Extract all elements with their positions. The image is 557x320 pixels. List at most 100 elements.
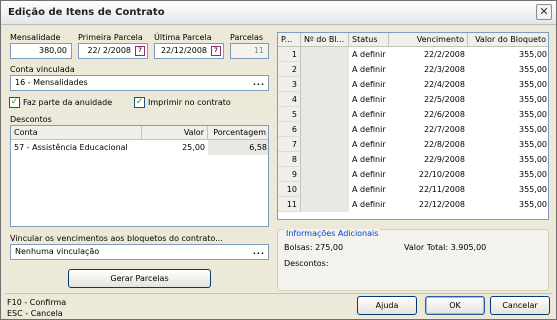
- conta-vinculada-field[interactable]: 16 - Mensalidades ...: [10, 75, 269, 91]
- row-vencimento: 22/8/2008: [423, 140, 465, 149]
- desconto-valor: 25,00: [182, 143, 205, 152]
- table-row[interactable]: 6 A definir 22/7/2008 355,00: [278, 122, 548, 137]
- table-row[interactable]: 7 A definir 22/8/2008 355,00: [278, 137, 548, 152]
- desconto-porcentagem: 6,58: [208, 140, 268, 155]
- parcelas-input: 11: [230, 43, 269, 59]
- conta-vinculada-label: Conta vinculada: [10, 65, 75, 74]
- row-bloqueto: [301, 182, 349, 197]
- row-number: 3: [278, 77, 301, 92]
- table-row[interactable]: 2 A definir 22/3/2008 355,00: [278, 62, 548, 77]
- faz-parte-checkbox[interactable]: ✓: [9, 97, 20, 108]
- ok-button[interactable]: OK: [425, 296, 485, 315]
- row-bloqueto: [301, 77, 349, 92]
- primeira-parcela-date[interactable]: 22/ 2/2008 7: [78, 43, 148, 59]
- cancelar-button[interactable]: Cancelar: [490, 296, 550, 315]
- desconto-conta: 57 - Assistência Educacional: [14, 143, 128, 152]
- gerar-parcelas-button[interactable]: Gerar Parcelas: [68, 269, 211, 288]
- row-number: 10: [278, 182, 301, 197]
- row-valor: 355,00: [519, 200, 547, 209]
- row-valor: 355,00: [519, 50, 547, 59]
- table-row[interactable]: 4 A definir 22/5/2008 355,00: [278, 92, 548, 107]
- close-button[interactable]: ✕: [536, 4, 552, 20]
- row-number: 1: [278, 47, 301, 62]
- row-number: 9: [278, 167, 301, 182]
- col-p[interactable]: P...: [278, 33, 301, 47]
- row-vencimento: 22/9/2008: [423, 155, 465, 164]
- row-status: A definir: [352, 50, 386, 59]
- imprimir-checkbox[interactable]: ✓: [134, 97, 145, 108]
- title-bar[interactable]: Edição de Itens de Contrato ✕: [1, 1, 556, 25]
- col-bloqueto[interactable]: Nº do Bl...: [301, 33, 349, 47]
- row-bloqueto: [301, 107, 349, 122]
- row-number: 4: [278, 92, 301, 107]
- row-number: 8: [278, 152, 301, 167]
- descontos-label: Descontos: [10, 115, 52, 124]
- ajuda-button[interactable]: Ajuda: [357, 296, 417, 315]
- row-vencimento: 22/5/2008: [423, 95, 465, 104]
- row-bloqueto: [301, 137, 349, 152]
- row-vencimento: 22/6/2008: [423, 110, 465, 119]
- col-status[interactable]: Status: [349, 33, 389, 47]
- row-valor: 355,00: [519, 65, 547, 74]
- valor-total-text: Valor Total: 3.905,00: [404, 243, 487, 252]
- ellipsis-icon[interactable]: ...: [253, 76, 265, 90]
- descontos-table[interactable]: Conta Valor Porcentagem 57 - Assistência…: [10, 125, 269, 227]
- ellipsis-icon[interactable]: ...: [253, 245, 265, 259]
- row-number: 5: [278, 107, 301, 122]
- col-valor-bloqueto[interactable]: Valor do Bloqueto: [468, 33, 548, 47]
- col-conta[interactable]: Conta: [11, 126, 142, 140]
- row-status: A definir: [352, 170, 386, 179]
- info-adicionais-group: Informações Adicionais Bolsas: 275,00 Va…: [277, 229, 549, 291]
- row-valor: 355,00: [519, 185, 547, 194]
- window-title: Edição de Itens de Contrato: [8, 7, 165, 18]
- row-number: 11: [278, 197, 301, 212]
- table-row[interactable]: 1 A definir 22/2/2008 355,00: [278, 47, 548, 62]
- row-bloqueto: [301, 92, 349, 107]
- row-status: A definir: [352, 95, 386, 104]
- table-row[interactable]: 5 A definir 22/6/2008 355,00: [278, 107, 548, 122]
- conta-vinculada-value: 16 - Mensalidades: [15, 78, 88, 87]
- table-row[interactable]: 57 - Assistência Educacional 25,00 6,58: [11, 140, 268, 155]
- bolsas-text: Bolsas: 275,00: [284, 243, 344, 252]
- ultima-parcela-date[interactable]: 22/12/2008 7: [154, 43, 224, 59]
- col-porcentagem[interactable]: Porcentagem: [208, 126, 268, 140]
- close-icon: ✕: [539, 5, 549, 18]
- table-row[interactable]: 11 A definir 22/12/2008 355,00: [278, 197, 548, 212]
- row-status: A definir: [352, 65, 386, 74]
- table-row[interactable]: 10 A definir 22/11/2008 355,00: [278, 182, 548, 197]
- col-valor[interactable]: Valor: [142, 126, 208, 140]
- calendar-icon[interactable]: 7: [211, 46, 221, 56]
- parcelas-table[interactable]: P... Nº do Bl... Status Vencimento Valor…: [277, 32, 549, 220]
- row-number: 7: [278, 137, 301, 152]
- col-vencimento[interactable]: Vencimento: [389, 33, 468, 47]
- table-row[interactable]: 3 A definir 22/4/2008 355,00: [278, 77, 548, 92]
- row-valor: 355,00: [519, 95, 547, 104]
- hint-f10: F10 - Confirma: [7, 298, 67, 307]
- row-bloqueto: [301, 167, 349, 182]
- row-status: A definir: [352, 155, 386, 164]
- row-bloqueto: [301, 197, 349, 212]
- table-row[interactable]: 8 A definir 22/9/2008 355,00: [278, 152, 548, 167]
- row-bloqueto: [301, 122, 349, 137]
- row-number: 2: [278, 62, 301, 77]
- row-vencimento: 22/11/2008: [418, 185, 465, 194]
- row-valor: 355,00: [519, 110, 547, 119]
- row-vencimento: 22/7/2008: [423, 125, 465, 134]
- table-row[interactable]: 9 A definir 22/10/2008 355,00: [278, 167, 548, 182]
- mensalidade-input[interactable]: 380,00: [10, 43, 72, 59]
- calendar-icon[interactable]: 7: [135, 46, 145, 56]
- ultima-parcela-value: 22/12/2008: [160, 46, 207, 55]
- row-status: A definir: [352, 110, 386, 119]
- row-status: A definir: [352, 80, 386, 89]
- row-bloqueto: [301, 62, 349, 77]
- descontos-text: Descontos:: [284, 259, 329, 268]
- row-status: A definir: [352, 125, 386, 134]
- row-bloqueto: [301, 47, 349, 62]
- info-title: Informações Adicionais: [284, 229, 381, 238]
- row-valor: 355,00: [519, 155, 547, 164]
- mensalidade-label: Mensalidade: [10, 33, 61, 42]
- row-status: A definir: [352, 200, 386, 209]
- vincular-field[interactable]: Nenhuma vinculação ...: [10, 244, 269, 260]
- row-vencimento: 22/4/2008: [423, 80, 465, 89]
- row-vencimento: 22/10/2008: [418, 170, 465, 179]
